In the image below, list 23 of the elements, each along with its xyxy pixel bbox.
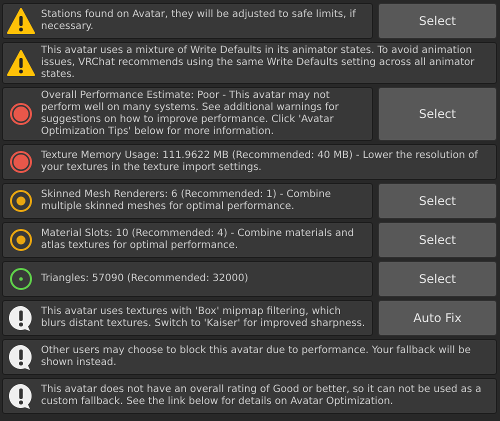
action-button[interactable]: Select	[378, 222, 497, 258]
action-button[interactable]: Select	[378, 3, 497, 39]
message-text: Skinned Mesh Renderers: 6 (Recommended: 1) - Combine multiple skinned meshes for optimal performance.	[41, 189, 332, 213]
message-text: This avatar uses textures with 'Box' mipmap filtering, which blurs distant textures. Switch to 'Kaiser' for improved sharpness.	[41, 306, 366, 330]
message-text: Material Slots: 10 (Recommended: 4) - Combine materials and atlas textures for optimal performance.	[41, 228, 355, 252]
message-text: Overall Performance Estimate: Poor - This avatar may not perform well on many systems. See additional warnings for suggestions on how to improve performance. Click 'Avatar Optimization Tips' below for more information.	[41, 90, 340, 138]
message-text: Triangles: 57090 (Recommended: 32000)	[41, 273, 248, 285]
action-button[interactable]: Select	[378, 183, 497, 219]
action-button[interactable]: Auto Fix	[378, 300, 497, 336]
message-text: This avatar does not have an overall rating of Good or better, so it can not be used as a custom fallback. See the link below for details on Avatar Optimization.	[41, 384, 482, 408]
status-icon	[7, 265, 35, 293]
action-button[interactable]: Select	[378, 261, 497, 297]
message-text: Texture Memory Usage: 111.9622 MB (Recommended: 40 MB) - Lower the resolution of your textures in the texture import settings.	[41, 150, 480, 174]
warning-icon	[7, 49, 35, 77]
message-text: This avatar uses a mixture of Write Defaults in its animator states. To avoid animation issues, VRChat recommends using the same Write Defaults setting across all animator states.	[41, 45, 476, 81]
status-icon	[7, 148, 35, 176]
message-text: Stations found on Avatar, they will be adjusted to safe limits, if necessary.	[41, 9, 357, 33]
message-text: Other users may choose to block this avatar due to performance. Your fallback will be shown instead.	[41, 345, 472, 369]
action-button[interactable]: Select	[378, 87, 497, 141]
status-icon	[7, 226, 35, 254]
status-icon	[7, 100, 35, 128]
warning-icon	[7, 7, 35, 35]
status-icon	[7, 187, 35, 215]
